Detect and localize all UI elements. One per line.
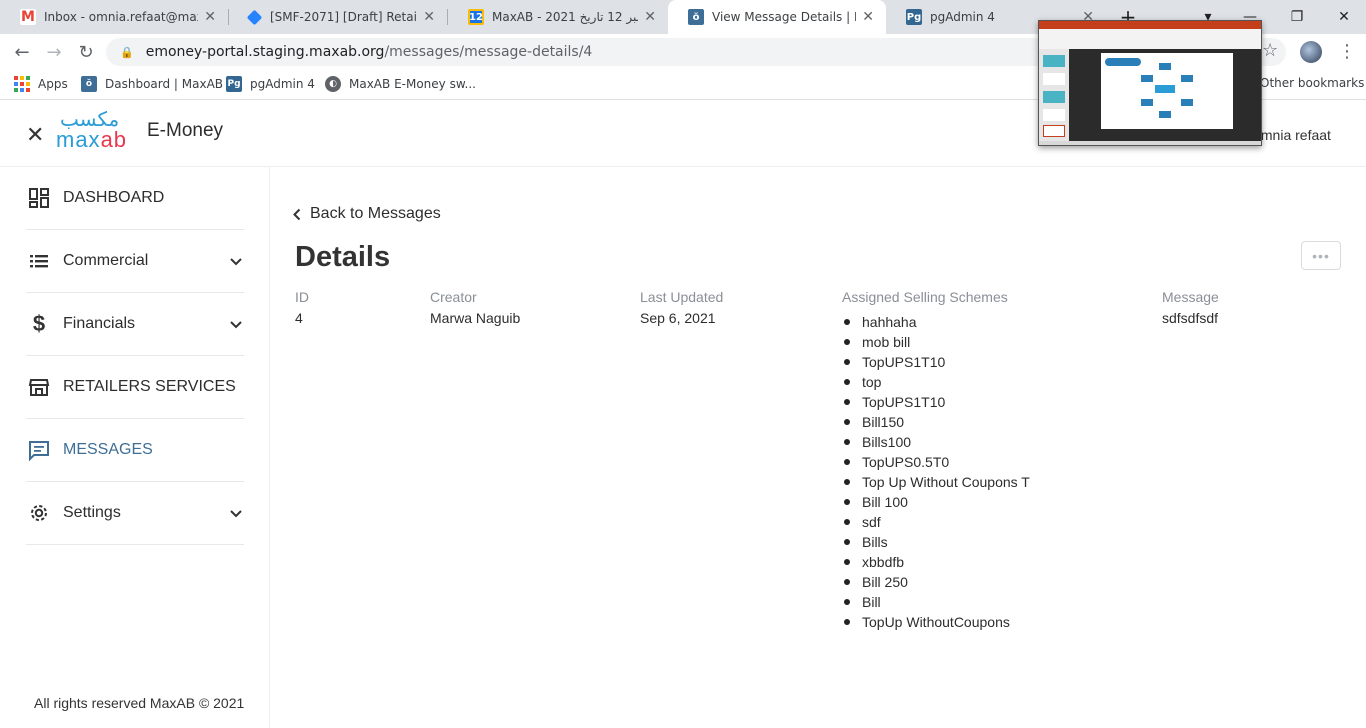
- chevron-down-icon[interactable]: [228, 505, 244, 521]
- bookmark-apps[interactable]: Apps: [14, 76, 68, 92]
- tab-view-message[interactable]: ŏ View Message Details | MaxA ✕: [668, 0, 886, 34]
- sidebar-item-settings[interactable]: Settings: [26, 482, 244, 545]
- preview-slide-list: [1039, 49, 1069, 141]
- list-item: TopUp WithoutCoupons: [862, 612, 1030, 632]
- pgadmin-icon: Pg: [906, 9, 922, 25]
- maxab-logo[interactable]: مكسب maxab: [56, 107, 138, 152]
- sidebar-item-dashboard[interactable]: DASHBOARD: [26, 167, 244, 230]
- maxab-icon: ŏ: [81, 76, 97, 92]
- preview-toolbar: [1039, 29, 1261, 49]
- globe-icon: ◐: [325, 76, 341, 92]
- page-title: Details: [295, 241, 391, 273]
- lock-icon: 🔒: [120, 45, 134, 59]
- field-id: ID 4: [295, 289, 309, 326]
- list-item: Top Up Without Coupons T: [862, 474, 1030, 490]
- tab-jira[interactable]: [SMF-2071] [Draft] Retailer se ✕: [229, 0, 447, 34]
- list-item: Bills: [862, 532, 1030, 552]
- footer-copyright: All rights reserved MaxAB © 2021: [34, 695, 245, 711]
- list-item: mob bill: [862, 332, 1030, 352]
- store-icon: [26, 374, 52, 400]
- field-assigned-selling-schemes: Assigned Selling Schemes hahhaha mob bil…: [842, 289, 1030, 632]
- list-item: TopUPS1T10: [862, 352, 1030, 372]
- list-item: Bill: [862, 592, 1030, 612]
- maxab-icon: ŏ: [688, 9, 704, 25]
- forward-arrow-icon[interactable]: →: [42, 40, 66, 64]
- close-tab-icon[interactable]: ✕: [644, 9, 656, 25]
- list-item: Bills100: [862, 432, 1030, 452]
- list-item: Bill 100: [862, 492, 1030, 512]
- dashboard-icon: [26, 185, 52, 211]
- sidebar-item-commercial[interactable]: Commercial: [26, 230, 244, 293]
- bookmark-emoney[interactable]: ◐ MaxAB E-Money sw...: [325, 76, 476, 92]
- browser-menu-icon[interactable]: ⋮: [1338, 41, 1356, 62]
- list-item: xbbdfb: [862, 552, 1030, 572]
- list-icon: [26, 248, 52, 274]
- schemes-list: hahhaha mob bill TopUPS1T10 top TopUPS1T…: [862, 312, 1030, 632]
- sidebar-item-financials[interactable]: $ Financials: [26, 293, 244, 356]
- list-item: TopUPS0.5T0: [862, 452, 1030, 472]
- close-tab-icon[interactable]: ✕: [423, 9, 435, 25]
- reload-icon[interactable]: ↻: [74, 40, 98, 64]
- profile-avatar[interactable]: [1300, 41, 1322, 63]
- tab-calendar[interactable]: 12 MaxAB - 2021 ‏سبتمبر 12 ‏تاريخ ✕: [448, 0, 668, 34]
- other-bookmarks[interactable]: Other bookmarks: [1260, 76, 1364, 90]
- restore-icon[interactable]: ❐: [1275, 0, 1319, 34]
- preview-ribbon: [1039, 21, 1261, 29]
- preview-slide: [1101, 53, 1233, 129]
- bookmark-star-icon[interactable]: ☆: [1262, 40, 1278, 61]
- close-menu-icon[interactable]: ✕: [26, 123, 44, 148]
- message-icon: [26, 437, 52, 463]
- dollar-icon: $: [32, 311, 46, 336]
- back-arrow-icon[interactable]: ←: [10, 40, 34, 64]
- bookmark-pgadmin[interactable]: Pg pgAdmin 4: [226, 76, 315, 92]
- list-item: hahhaha: [862, 312, 1030, 332]
- close-tab-icon[interactable]: ✕: [862, 9, 874, 25]
- calendar-icon: 12: [468, 9, 484, 25]
- field-message: Message sdfsdfsdf: [1162, 289, 1219, 326]
- field-last-updated: Last Updated Sep 6, 2021: [640, 289, 724, 326]
- gear-icon: [26, 500, 52, 526]
- jira-icon: [246, 9, 263, 25]
- list-item: Bill 250: [862, 572, 1030, 592]
- list-item: top: [862, 372, 1030, 392]
- preview-statusbar: [1039, 141, 1261, 145]
- list-item: Bill150: [862, 412, 1030, 432]
- back-to-messages-link[interactable]: Back to Messages: [293, 205, 441, 223]
- user-name[interactable]: Omnia refaat: [1250, 127, 1331, 143]
- close-window-icon[interactable]: ✕: [1322, 0, 1366, 34]
- list-item: TopUPS1T10: [862, 392, 1030, 412]
- more-actions-button[interactable]: •••: [1301, 241, 1341, 270]
- chevron-down-icon[interactable]: [228, 316, 244, 332]
- tab-gmail[interactable]: M Inbox - omnia.refaat@maxab ✕: [0, 0, 228, 34]
- sidebar-item-retailers-services[interactable]: RETAILERS SERVICES: [26, 356, 244, 419]
- close-tab-icon[interactable]: ✕: [204, 9, 216, 25]
- app-name: E-Money: [147, 120, 224, 141]
- apps-grid-icon: [14, 76, 30, 92]
- field-creator: Creator Marwa Naguib: [430, 289, 521, 326]
- main-content: Back to Messages Details ••• ID 4 Creato…: [271, 167, 1366, 728]
- pgadmin-icon: Pg: [226, 76, 242, 92]
- chevron-left-icon: [293, 208, 301, 220]
- sidebar: DASHBOARD Commercial $ Financials RETAIL…: [0, 167, 270, 728]
- screen-share-preview[interactable]: [1038, 20, 1262, 146]
- bookmark-dashboard[interactable]: ŏ Dashboard | MaxAB: [81, 76, 223, 92]
- list-item: sdf: [862, 512, 1030, 532]
- gmail-icon: M: [20, 9, 36, 25]
- chevron-down-icon[interactable]: [228, 253, 244, 269]
- sidebar-item-messages[interactable]: MESSAGES: [26, 419, 244, 482]
